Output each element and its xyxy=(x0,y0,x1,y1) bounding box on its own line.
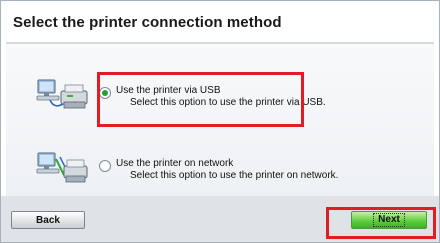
usb-connection-icon xyxy=(36,79,88,109)
next-button-highlight-box xyxy=(326,207,436,239)
network-option-label: Use the printer on network xyxy=(116,158,234,169)
network-radio-button[interactable] xyxy=(99,160,111,172)
header: Select the printer connection method xyxy=(0,0,440,42)
network-connection-icon xyxy=(36,152,88,183)
back-button[interactable]: Back xyxy=(11,211,85,229)
usb-option-highlight-box xyxy=(97,72,304,127)
network-option-description: Select this option to use the printer on… xyxy=(130,170,339,181)
page-title: Select the printer connection method xyxy=(13,14,282,31)
network-option[interactable]: Use the printer on network Select this o… xyxy=(6,151,434,201)
